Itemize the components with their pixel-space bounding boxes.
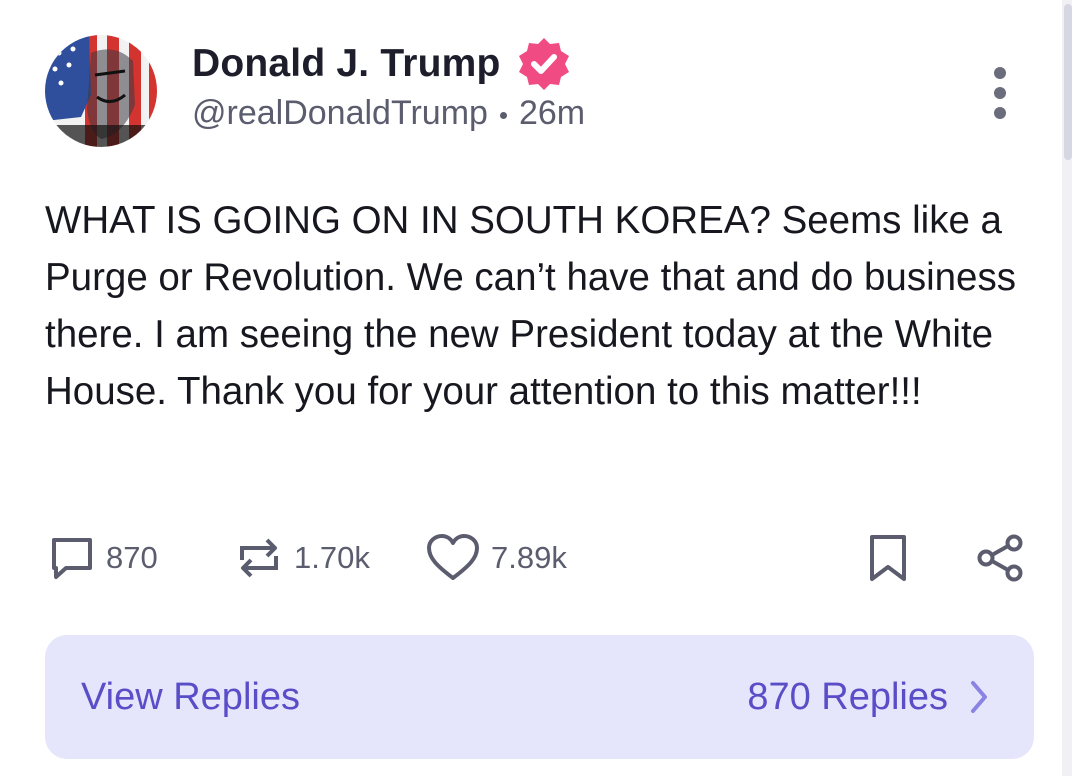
share-button[interactable] [976, 530, 1026, 586]
heart-icon [427, 534, 479, 580]
post-timestamp: 26m [518, 94, 586, 132]
name-row: Donald J. Trump [192, 38, 585, 90]
verified-badge-icon [515, 35, 573, 93]
avatar[interactable] [45, 35, 157, 147]
replies-count-label: 870 Replies [747, 675, 948, 718]
view-replies-bar[interactable]: View Replies 870 Replies [45, 635, 1034, 759]
flag-portrait-avatar-image [45, 35, 157, 147]
like-count: 7.89k [491, 540, 567, 575]
post-card: Donald J. Trump @realDonaldTrump 26m WHA… [0, 0, 1080, 776]
repost-icon [240, 538, 278, 578]
handle-row: @realDonaldTrump 26m [192, 94, 585, 133]
author-display-name[interactable]: Donald J. Trump [192, 42, 501, 86]
reply-icon [52, 538, 92, 579]
repost-button[interactable]: 1.70k [234, 530, 370, 586]
reply-button[interactable]: 870 [48, 530, 158, 586]
replies-count-link[interactable]: 870 Replies [747, 676, 988, 719]
share-icon [977, 534, 1023, 582]
author-handle[interactable]: @realDonaldTrump [192, 94, 488, 133]
action-bar: 870 1.70k 7.89k [0, 530, 1080, 586]
repost-count: 1.70k [294, 540, 370, 575]
separator-dot [499, 112, 507, 119]
chevron-right-icon [971, 681, 987, 713]
scrollbar-thumb[interactable] [1064, 4, 1072, 160]
bookmark-icon [870, 535, 906, 581]
view-replies-label[interactable]: View Replies [81, 676, 300, 719]
like-button[interactable]: 7.89k [425, 530, 567, 586]
more-vertical-icon[interactable] [986, 66, 1014, 120]
bookmark-button[interactable] [866, 530, 910, 586]
reply-count: 870 [106, 540, 158, 575]
post-header: Donald J. Trump @realDonaldTrump 26m [192, 38, 585, 133]
post-body: WHAT IS GOING ON IN SOUTH KOREA? Seems l… [45, 199, 1016, 413]
